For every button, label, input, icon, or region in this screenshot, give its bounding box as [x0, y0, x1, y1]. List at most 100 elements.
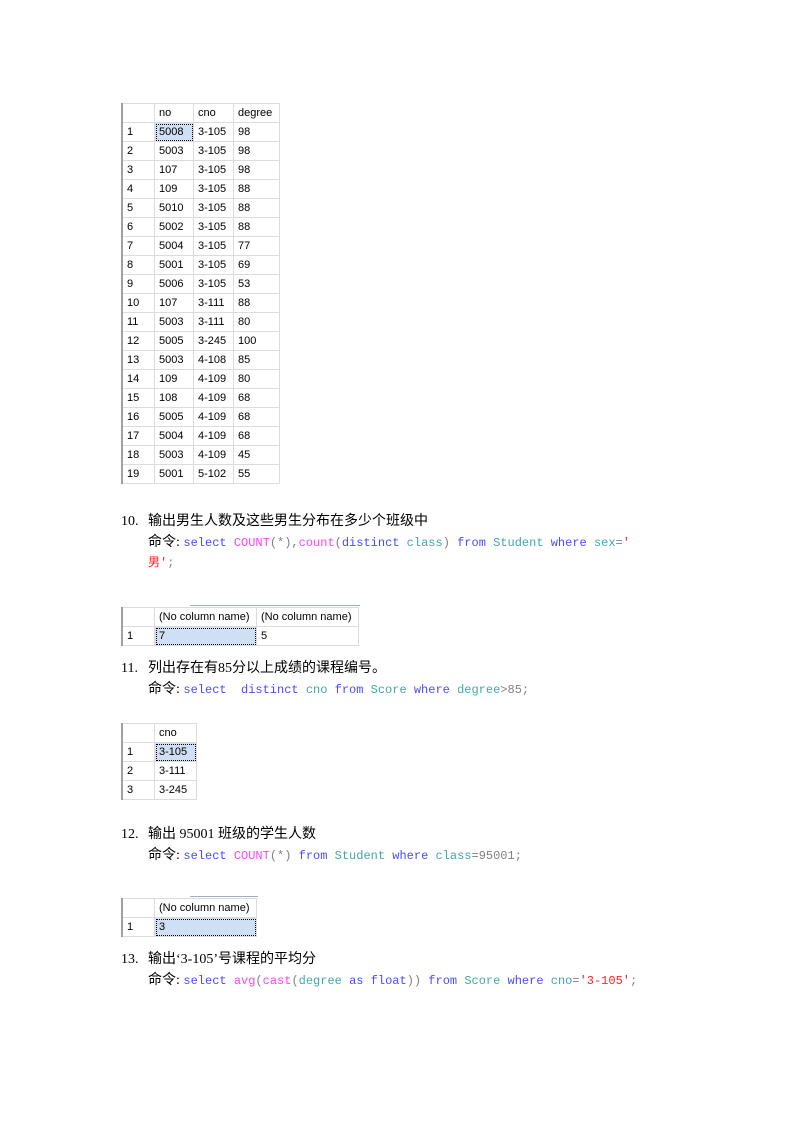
cell[interactable]: 3-111	[193, 312, 234, 332]
row-number[interactable]: 7	[121, 236, 155, 256]
cell[interactable]: 98	[233, 122, 280, 142]
table-row[interactable]: 17 5004 4-109 68	[121, 426, 280, 446]
table-row[interactable]: 4 109 3-105 88	[121, 179, 280, 199]
cell[interactable]: 3-105	[193, 255, 234, 275]
cell[interactable]: 3-245	[193, 331, 234, 351]
row-number[interactable]: 18	[121, 445, 155, 465]
cell[interactable]: 53	[233, 274, 280, 294]
table-row[interactable]: 12 5005 3-245 100	[121, 331, 280, 351]
table-row[interactable]: 18 5003 4-109 45	[121, 445, 280, 465]
cell[interactable]: 5003	[154, 141, 194, 161]
cell[interactable]: 77	[233, 236, 280, 256]
row-number[interactable]: 2	[121, 761, 155, 781]
cell[interactable]: 80	[233, 312, 280, 332]
cell[interactable]: 55	[233, 464, 280, 484]
cell[interactable]: 5	[256, 626, 359, 646]
cell[interactable]: 3-105	[193, 141, 234, 161]
cell[interactable]: 5002	[154, 217, 194, 237]
cell[interactable]: 3-105	[193, 236, 234, 256]
row-number[interactable]: 1	[121, 122, 155, 142]
table-row[interactable]: 1 5008 3-105 98	[121, 122, 280, 142]
row-number[interactable]: 3	[121, 780, 155, 800]
table-row[interactable]: 3 107 3-105 98	[121, 160, 280, 180]
row-number[interactable]: 10	[121, 293, 155, 313]
cell[interactable]: 98	[233, 141, 280, 161]
column-header[interactable]: cno	[193, 103, 234, 123]
row-number[interactable]: 9	[121, 274, 155, 294]
cell[interactable]: 108	[154, 388, 194, 408]
table-row[interactable]: 2 3-111	[121, 761, 197, 781]
row-number[interactable]: 11	[121, 312, 155, 332]
cell[interactable]: 3-105	[193, 274, 234, 294]
column-header[interactable]: no	[154, 103, 194, 123]
table-row[interactable]: 5 5010 3-105 88	[121, 198, 280, 218]
table-row[interactable]: 15 108 4-109 68	[121, 388, 280, 408]
cell[interactable]: 68	[233, 426, 280, 446]
cell[interactable]: 98	[233, 160, 280, 180]
table-row[interactable]: 14 109 4-109 80	[121, 369, 280, 389]
cell[interactable]: 109	[154, 179, 194, 199]
table-row[interactable]: 19 5001 5-102 55	[121, 464, 280, 484]
cell[interactable]: 3-105	[193, 160, 234, 180]
row-number[interactable]: 4	[121, 179, 155, 199]
table-row[interactable]: 13	[121, 917, 257, 937]
row-number[interactable]: 1	[121, 917, 155, 937]
cell[interactable]: 3-105	[193, 198, 234, 218]
cell[interactable]: 3-245	[154, 780, 197, 800]
cell[interactable]: 5004	[154, 426, 194, 446]
cell[interactable]: 5003	[154, 350, 194, 370]
table-row[interactable]: 3 3-245	[121, 780, 197, 800]
cell[interactable]: 7	[154, 626, 257, 646]
row-number[interactable]: 1	[121, 742, 155, 762]
table-row[interactable]: 1 3-105	[121, 742, 197, 762]
cell[interactable]: 5005	[154, 331, 194, 351]
table-row[interactable]: 175	[121, 626, 359, 646]
table-row[interactable]: 8 5001 3-105 69	[121, 255, 280, 275]
cell[interactable]: 3	[154, 917, 257, 937]
row-number[interactable]: 1	[121, 626, 155, 646]
cell[interactable]: 5010	[154, 198, 194, 218]
cell[interactable]: 5001	[154, 255, 194, 275]
cell[interactable]: 4-108	[193, 350, 234, 370]
row-number[interactable]: 6	[121, 217, 155, 237]
cell[interactable]: 5004	[154, 236, 194, 256]
cell[interactable]: 88	[233, 198, 280, 218]
row-number[interactable]: 5	[121, 198, 155, 218]
cell[interactable]: 5001	[154, 464, 194, 484]
cell[interactable]: 80	[233, 369, 280, 389]
row-number[interactable]: 17	[121, 426, 155, 446]
cell[interactable]: 4-109	[193, 445, 234, 465]
cell[interactable]: 5006	[154, 274, 194, 294]
table-row[interactable]: 13 5003 4-108 85	[121, 350, 280, 370]
cell[interactable]: 5003	[154, 312, 194, 332]
cell[interactable]: 68	[233, 388, 280, 408]
cell[interactable]: 100	[233, 331, 280, 351]
column-header[interactable]: (No column name)	[256, 607, 359, 627]
table-row[interactable]: 9 5006 3-105 53	[121, 274, 280, 294]
cell[interactable]: 3-105	[193, 217, 234, 237]
cell[interactable]: 68	[233, 407, 280, 427]
cell[interactable]: 5005	[154, 407, 194, 427]
cell[interactable]: 88	[233, 179, 280, 199]
cell[interactable]: 4-109	[193, 369, 234, 389]
column-header[interactable]: cno	[154, 723, 197, 743]
cell[interactable]: 3-105	[154, 742, 197, 762]
cell[interactable]: 3-111	[154, 761, 197, 781]
table-row[interactable]: 2 5003 3-105 98	[121, 141, 280, 161]
row-number[interactable]: 15	[121, 388, 155, 408]
row-number[interactable]: 19	[121, 464, 155, 484]
cell[interactable]: 3-105	[193, 122, 234, 142]
cell[interactable]: 109	[154, 369, 194, 389]
table-row[interactable]: 10 107 3-111 88	[121, 293, 280, 313]
table-row[interactable]: 11 5003 3-111 80	[121, 312, 280, 332]
row-number[interactable]: 8	[121, 255, 155, 275]
table-row[interactable]: 7 5004 3-105 77	[121, 236, 280, 256]
cell[interactable]: 5-102	[193, 464, 234, 484]
cell[interactable]: 88	[233, 217, 280, 237]
cell[interactable]: 4-109	[193, 407, 234, 427]
cell[interactable]: 88	[233, 293, 280, 313]
cell[interactable]: 4-109	[193, 426, 234, 446]
cell[interactable]: 5003	[154, 445, 194, 465]
cell[interactable]: 45	[233, 445, 280, 465]
row-number[interactable]: 14	[121, 369, 155, 389]
